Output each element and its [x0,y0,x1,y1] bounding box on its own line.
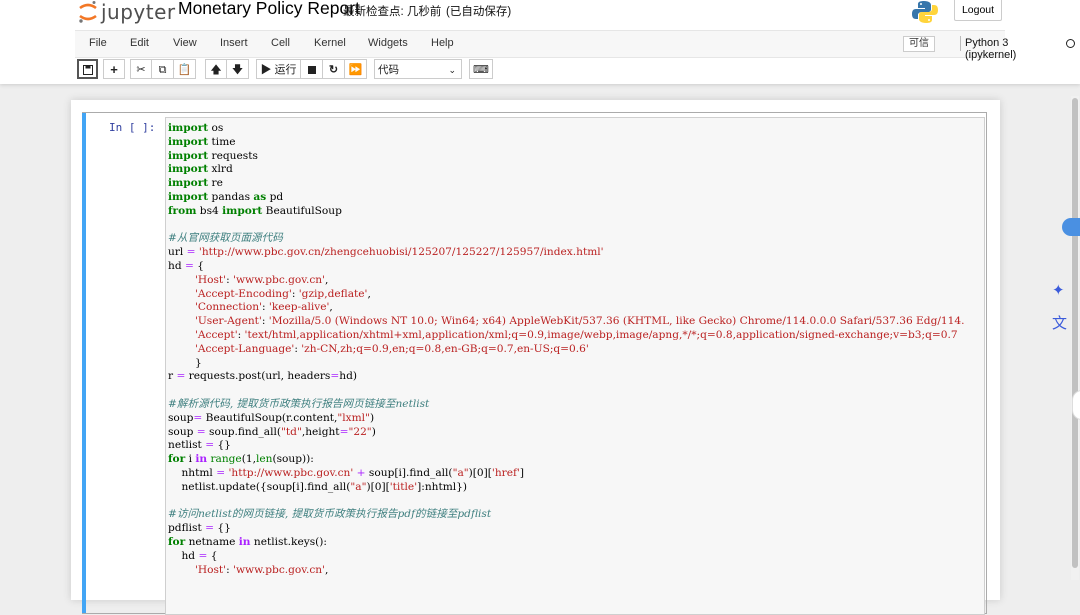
code-editor[interactable]: import os import time import requests im… [165,117,985,615]
menubar: File Edit View Insert Cell Kernel Widget… [75,30,1075,61]
copy-icon: ⧉ [158,64,167,76]
jupyter-logo-text: jupyter [101,0,176,24]
page-scrollbar[interactable] [1071,96,1079,580]
insert-cell-button[interactable]: + [103,59,125,79]
cut-button[interactable]: ✂ [130,59,152,79]
cell-selection-bar [82,113,86,613]
logout-button[interactable]: Logout [954,0,1002,21]
header: jupyter Monetary Policy Report 最新检查点: 几秒… [0,0,1080,84]
jupyter-logo[interactable]: jupyter [78,0,176,24]
menu-file[interactable]: File [89,37,107,49]
restart-run-all-button[interactable]: ⏩ [345,59,367,79]
side-handle[interactable] [1072,390,1080,420]
menu-help[interactable]: Help [431,37,454,49]
save-button[interactable] [77,59,98,79]
cell-type-value: 代码 [378,64,399,76]
stop-icon [307,66,316,74]
toolbar: + ✂ ⧉ 📋 🡅 🡇 ▶ 运行 ↻ ⏩ 代码 ⌄ ⌨ [75,58,1005,80]
move-down-button[interactable]: 🡇 [227,59,249,79]
scissors-icon: ✂ [136,64,146,76]
menu-widgets[interactable]: Widgets [368,37,408,49]
notebook-title[interactable]: Monetary Policy Report [178,0,360,19]
python-logo-icon [912,0,938,29]
move-up-button[interactable]: 🡅 [205,59,227,79]
side-panel-tab[interactable] [1062,218,1080,236]
menu-view[interactable]: View [173,37,197,49]
menu-insert[interactable]: Insert [220,37,248,49]
kernel-separator [960,36,961,51]
save-icon [82,65,93,75]
restart-button[interactable]: ↻ [323,59,345,79]
code-content: import os import time import requests im… [168,122,965,576]
cell-type-select[interactable]: 代码 ⌄ [374,59,462,79]
notebook-container: In [ ]: import os import time import req… [71,100,1000,615]
interrupt-button[interactable] [301,59,323,79]
paste-icon: 📋 [177,64,192,76]
input-prompt: In [ ]: [109,121,156,134]
translate-icon[interactable]: 文 [1052,312,1067,333]
keyboard-icon: ⌨ [473,64,489,76]
arrow-up-icon: 🡅 [210,64,222,76]
chevron-down-icon: ⌄ [448,65,456,75]
menu-kernel[interactable]: Kernel [314,37,346,49]
jupyter-logo-icon [79,1,97,23]
copy-button[interactable]: ⧉ [152,59,174,79]
autosave-status: (已自动保存) [446,6,512,18]
paste-button[interactable]: 📋 [174,59,196,79]
kernel-status-icon [1066,39,1075,48]
menu-cell[interactable]: Cell [271,37,290,49]
run-button[interactable]: ▶ 运行 [256,59,301,79]
menu-edit[interactable]: Edit [130,37,149,49]
plus-icon: + [110,62,118,77]
refresh-icon: ↻ [328,64,339,76]
fast-forward-icon: ⏩ [348,64,363,76]
checkpoint-status: 最新检查点: 几秒前 [343,6,442,18]
scrollbar-thumb[interactable] [1072,98,1078,568]
command-palette-button[interactable]: ⌨ [469,59,493,79]
code-cell[interactable]: In [ ]: import os import time import req… [82,112,987,615]
sparkle-icon[interactable]: ✦ [1052,281,1065,299]
arrow-down-icon: 🡇 [231,64,244,76]
trusted-badge[interactable]: 可信 [903,36,935,52]
